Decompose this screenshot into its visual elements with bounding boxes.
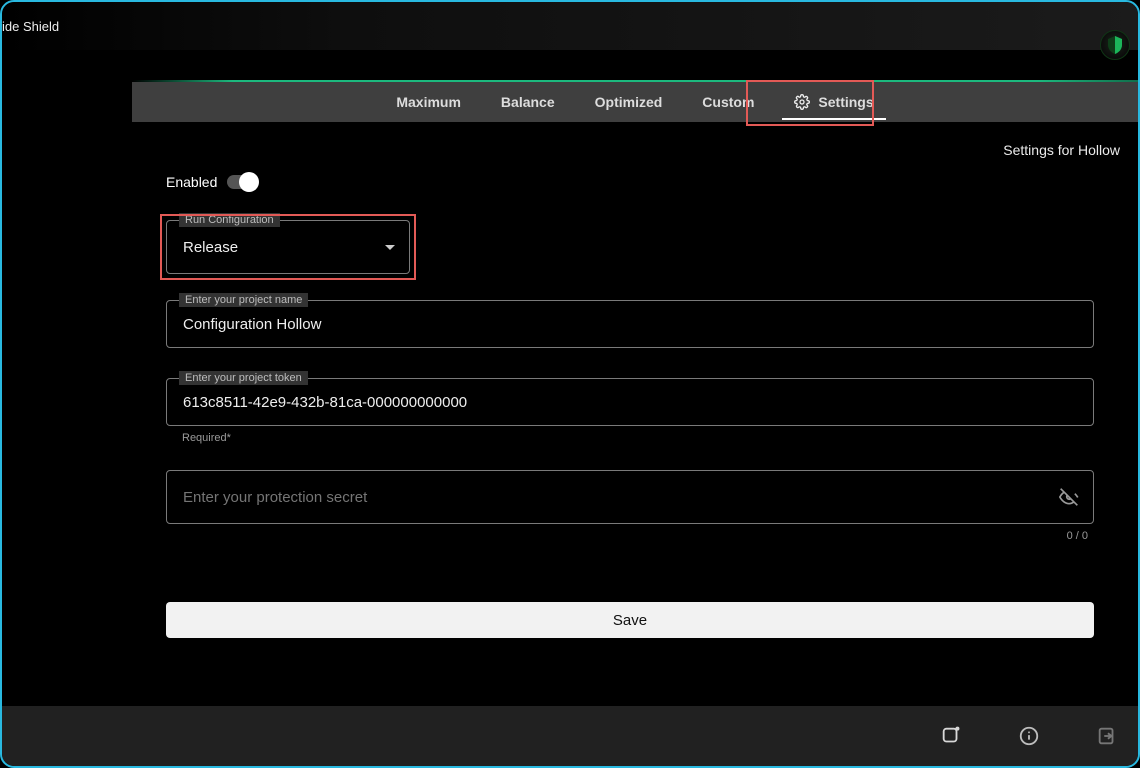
enabled-label: Enabled [166,174,217,190]
project-name-label: Enter your project name [179,293,308,307]
exit-icon[interactable] [1096,725,1118,747]
shield-badge-icon [1100,30,1130,60]
enabled-toggle[interactable] [227,175,257,189]
enabled-row: Enabled [166,174,1094,190]
info-icon[interactable] [1018,725,1040,747]
project-name-input[interactable] [167,302,1093,347]
project-token-input[interactable] [167,380,1093,425]
open-external-icon[interactable] [940,725,962,747]
tab-maximum[interactable]: Maximum [376,82,481,122]
tab-label: Custom [702,94,754,110]
tab-custom[interactable]: Custom [682,82,774,122]
tab-optimized[interactable]: Optimized [575,82,683,122]
visibility-off-icon[interactable] [1045,487,1093,507]
project-token-label: Enter your project token [179,371,308,385]
window-title: ide Shield [2,19,59,34]
protection-secret-counter: 0 / 0 [166,530,1088,542]
app-window: ide Shield Maximum Balance Optimized Cus… [0,0,1140,768]
tab-label: Optimized [595,94,663,110]
run-configuration-value: Release [167,225,371,270]
title-bar: ide Shield [2,2,1138,50]
tab-label: Settings [818,94,873,110]
save-button[interactable]: Save [166,602,1094,638]
chevron-down-icon [371,245,409,250]
project-name-field[interactable]: Enter your project name [166,300,1094,348]
toggle-knob [239,172,259,192]
run-configuration-label: Run Configuration [179,213,280,227]
project-token-helper: Required* [182,432,1094,444]
tab-bar: Maximum Balance Optimized Custom Setting… [132,82,1138,122]
protection-secret-input[interactable] [167,475,1045,520]
protection-secret-field[interactable] [166,470,1094,524]
tab-label: Maximum [396,94,461,110]
tab-label: Balance [501,94,555,110]
run-configuration-wrap: Run Configuration Release [166,220,410,274]
page-subtitle: Settings for Hollow [1003,142,1120,158]
bottom-bar [2,706,1138,766]
tab-balance[interactable]: Balance [481,82,575,122]
gear-icon [794,94,810,110]
project-token-field[interactable]: Enter your project token [166,378,1094,426]
run-configuration-select[interactable]: Run Configuration Release [166,220,410,274]
tab-settings[interactable]: Settings [774,82,893,122]
settings-form: Enabled Run Configuration Release Enter … [166,174,1094,638]
